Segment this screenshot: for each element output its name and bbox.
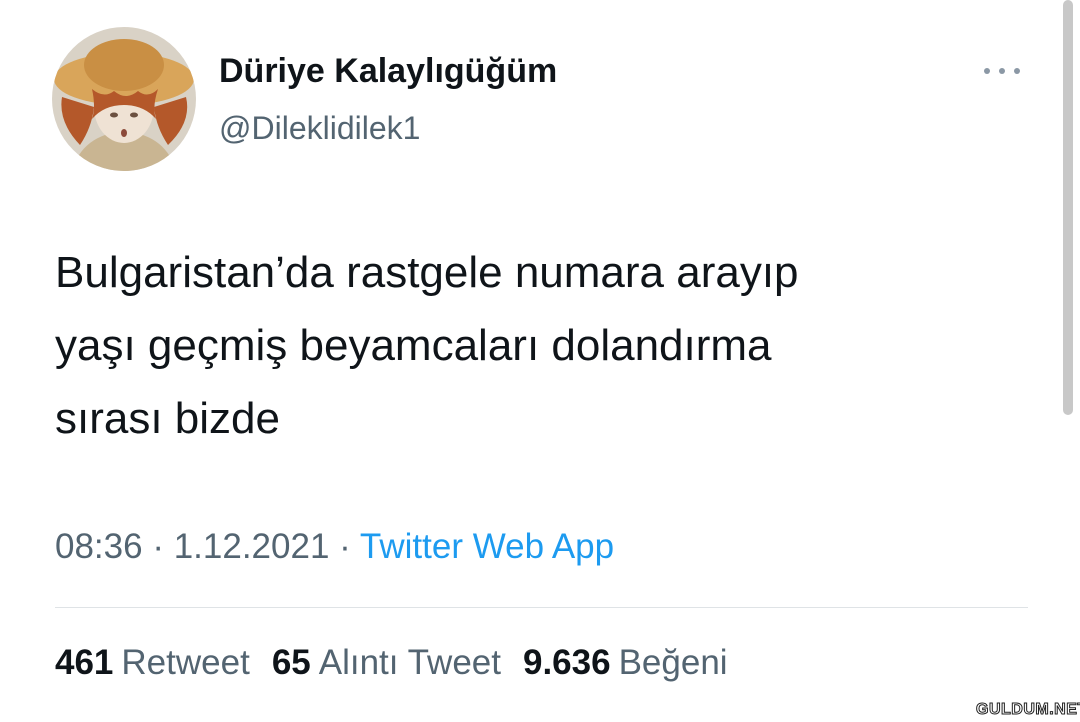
- tweet-date[interactable]: 1.12.2021: [174, 527, 330, 566]
- more-options-button[interactable]: [980, 56, 1024, 86]
- avatar[interactable]: [52, 27, 196, 171]
- divider: [55, 607, 1028, 608]
- more-horizontal-icon-dot: [999, 68, 1005, 74]
- meta-separator: ·: [142, 527, 174, 566]
- retweet-label: Retweet: [121, 643, 250, 682]
- more-horizontal-icon: [984, 68, 990, 74]
- watermark: GULDUM.NET: [976, 701, 1080, 719]
- avatar-image: [52, 27, 196, 171]
- quote-tweet-stat[interactable]: 65 Alıntı Tweet: [272, 643, 501, 683]
- retweet-count: 461: [55, 643, 114, 682]
- scrollbar[interactable]: [1063, 0, 1073, 415]
- tweet-stats: 461 Retweet 65 Alıntı Tweet 9.636 Beğeni: [55, 643, 728, 683]
- like-count: 9.636: [522, 643, 611, 682]
- tweet-source-link[interactable]: Twitter Web App: [360, 527, 614, 566]
- quote-tweet-count: 65: [271, 643, 311, 682]
- tweet-meta: 08:36 · 1.12.2021 · Twitter Web App: [55, 527, 614, 567]
- like-label: Beğeni: [618, 643, 728, 682]
- quote-tweet-label: Alıntı Tweet: [318, 643, 501, 682]
- tweet-page: Düriye Kalaylıgüğüm @Dileklidilek1 Bulga…: [0, 0, 1080, 722]
- user-handle[interactable]: @Dileklidilek1: [219, 110, 420, 147]
- display-name[interactable]: Düriye Kalaylıgüğüm: [219, 52, 557, 91]
- retweet-stat[interactable]: 461 Retweet: [55, 643, 250, 683]
- more-horizontal-icon-dot: [1014, 68, 1020, 74]
- tweet-time[interactable]: 08:36: [55, 527, 143, 566]
- tweet-text: Bulgaristan’da rastgele numara arayıp ya…: [55, 248, 799, 443]
- meta-separator: ·: [329, 527, 360, 566]
- like-stat[interactable]: 9.636 Beğeni: [523, 643, 728, 683]
